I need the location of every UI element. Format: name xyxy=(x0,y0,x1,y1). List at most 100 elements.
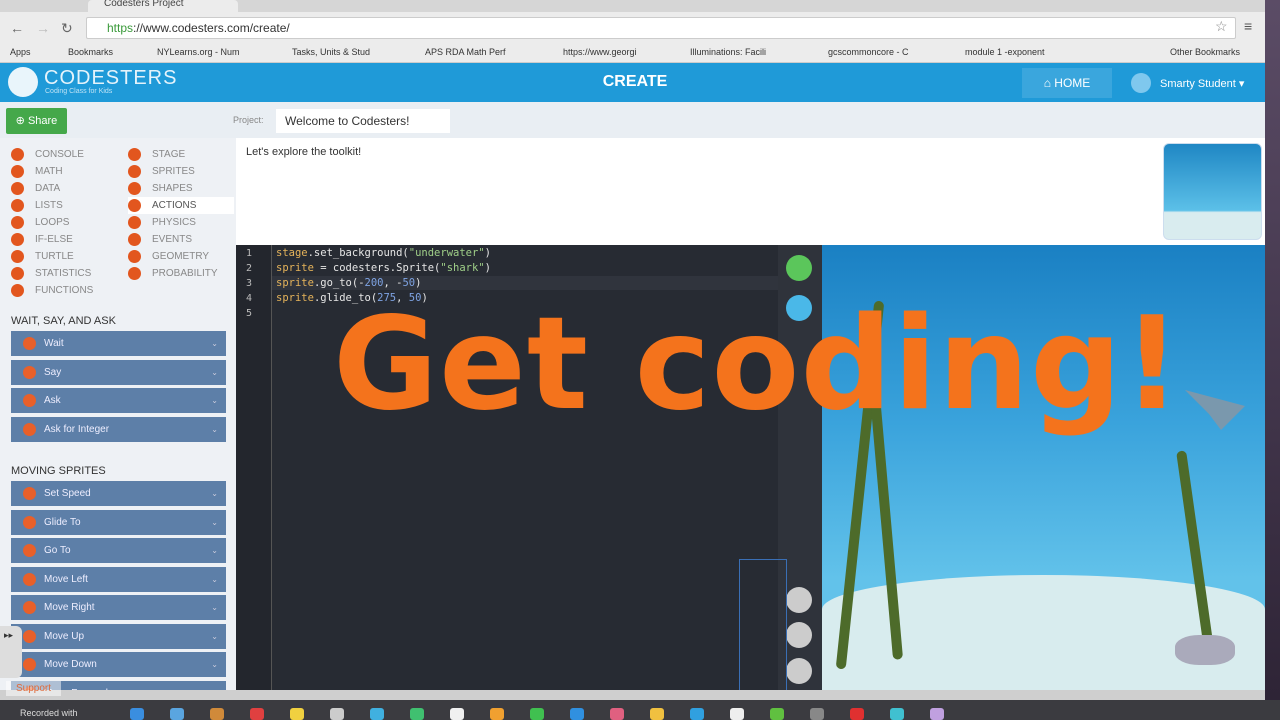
bookmark[interactable]: Illuminations: Facili xyxy=(690,47,766,57)
bookmark[interactable]: Other Bookmarks xyxy=(1170,47,1240,57)
dock-app-icon[interactable] xyxy=(930,708,944,720)
back-icon[interactable]: ← xyxy=(10,20,24,36)
category-icon xyxy=(11,165,24,178)
dock-app-icon[interactable] xyxy=(610,708,624,720)
logo-icon[interactable] xyxy=(8,67,38,97)
chevron-down-icon[interactable]: ⌄ xyxy=(211,510,218,535)
forward-icon[interactable]: → xyxy=(36,20,50,36)
code-line[interactable]: sprite = codesters.Sprite("shark") xyxy=(276,262,491,274)
dock-app-icon[interactable] xyxy=(770,708,784,720)
collapse-handle[interactable]: ▸▸ xyxy=(0,626,22,678)
dock-app-icon[interactable] xyxy=(650,708,664,720)
dock-app-icon[interactable] xyxy=(170,708,184,720)
dock-app-icon[interactable] xyxy=(850,708,864,720)
dock-app-icon[interactable] xyxy=(210,708,224,720)
block-move-left[interactable]: Move Left ⌄ xyxy=(11,566,226,592)
address-bar[interactable]: https://www.codesters.com/create/ xyxy=(86,17,1236,39)
tagline: Coding Class for Kids xyxy=(45,88,113,95)
dock-app-icon[interactable] xyxy=(490,708,504,720)
bookmark[interactable]: APS RDA Math Perf xyxy=(425,47,506,57)
dock-app-icon[interactable] xyxy=(410,708,424,720)
dock-app-icon[interactable] xyxy=(730,708,744,720)
dock-app-icon[interactable] xyxy=(530,708,544,720)
category-data[interactable]: DATA xyxy=(11,180,60,197)
section-title: WAIT, SAY, AND ASK xyxy=(11,315,116,327)
category-geometry[interactable]: GEOMETRY xyxy=(128,248,209,265)
chevron-down-icon[interactable]: ⌄ xyxy=(211,652,218,677)
block-glide-to[interactable]: Glide To ⌄ xyxy=(11,509,226,535)
category-events[interactable]: EVENTS xyxy=(128,231,192,248)
category-icon xyxy=(11,233,24,246)
dock-app-icon[interactable] xyxy=(370,708,384,720)
category-sprites[interactable]: SPRITES xyxy=(128,163,195,180)
category-console[interactable]: CONSOLE xyxy=(11,146,84,163)
bookmark[interactable]: gcscommoncore - C xyxy=(828,47,909,57)
browser-tab[interactable]: Codesters Project xyxy=(88,0,238,12)
horizontal-scrollbar[interactable] xyxy=(0,690,1265,700)
line-number: 3 xyxy=(246,278,253,289)
dock-app-icon[interactable] xyxy=(570,708,584,720)
dock-app-icon[interactable] xyxy=(450,708,464,720)
home-button[interactable]: ⌂ HOME xyxy=(1022,68,1112,98)
avatar[interactable] xyxy=(1131,73,1151,93)
chevron-down-icon[interactable]: ⌄ xyxy=(211,481,218,506)
chevron-down-icon[interactable]: ⌄ xyxy=(211,360,218,385)
block-ask-for-integer[interactable]: Ask for Integer ⌄ xyxy=(11,416,226,442)
reload-icon[interactable]: ↻ xyxy=(61,20,73,37)
run-button[interactable] xyxy=(786,255,812,281)
category-functions[interactable]: FUNCTIONS xyxy=(11,282,93,299)
chevron-down-icon[interactable]: ⌄ xyxy=(211,388,218,413)
reset-icon[interactable] xyxy=(786,622,812,648)
pause-button[interactable] xyxy=(786,587,812,613)
category-physics[interactable]: PHYSICS xyxy=(128,214,196,231)
star-icon[interactable]: ☆ xyxy=(1215,18,1228,35)
bookmark[interactable]: https://www.georgi xyxy=(563,47,637,57)
block-go-to[interactable]: Go To ⌄ xyxy=(11,538,226,563)
category-math[interactable]: MATH xyxy=(11,163,63,180)
dock-app-icon[interactable] xyxy=(890,708,904,720)
project-name-input[interactable] xyxy=(276,109,450,133)
code-line[interactable]: sprite.go_to(-200, -50) xyxy=(276,277,421,289)
dock-app-icon[interactable] xyxy=(690,708,704,720)
dock-app-icon[interactable] xyxy=(250,708,264,720)
category-actions[interactable]: ACTIONS xyxy=(128,197,234,214)
block-move-down[interactable]: Move Down ⌄ xyxy=(11,652,226,677)
chevron-down-icon[interactable]: ⌄ xyxy=(211,331,218,356)
dock-app-icon[interactable] xyxy=(130,708,144,720)
category-if-else[interactable]: IF-ELSE xyxy=(11,231,73,248)
bookmark[interactable]: Bookmarks xyxy=(68,47,113,57)
category-statistics[interactable]: STATISTICS xyxy=(11,265,91,282)
block-set-speed[interactable]: Set Speed ⌄ xyxy=(11,481,226,506)
share-button[interactable]: ⊕ Share xyxy=(6,108,67,134)
chevron-down-icon[interactable]: ⌄ xyxy=(211,538,218,563)
category-turtle[interactable]: TURTLE xyxy=(11,248,74,265)
bookmark[interactable]: module 1 -exponent xyxy=(965,47,1045,57)
category-probability[interactable]: PROBABILITY xyxy=(128,265,218,282)
bookmark[interactable]: Tasks, Units & Stud xyxy=(292,47,370,57)
bookmark[interactable]: Apps xyxy=(10,47,31,57)
code-line[interactable]: stage.set_background("underwater") xyxy=(276,247,491,259)
chevron-down-icon[interactable]: ⌄ xyxy=(211,624,218,649)
chevron-down-icon[interactable]: ⌄ xyxy=(211,417,218,442)
category-shapes[interactable]: SHAPES xyxy=(128,180,193,197)
block-move-right[interactable]: Move Right ⌄ xyxy=(11,595,226,620)
support-button[interactable]: Support xyxy=(6,681,62,696)
category-stage[interactable]: STAGE xyxy=(128,146,185,163)
dock-app-icon[interactable] xyxy=(810,708,824,720)
stage-thumbnail[interactable] xyxy=(1163,143,1262,240)
dock-app-icon[interactable] xyxy=(330,708,344,720)
bookmark[interactable]: NYLearns.org - Num xyxy=(157,47,240,57)
chevron-down-icon[interactable]: ⌄ xyxy=(211,595,218,620)
menu-icon[interactable]: ≡ xyxy=(1244,18,1252,34)
logo-text[interactable]: CODESTERS xyxy=(44,67,177,90)
dock-app-icon[interactable] xyxy=(290,708,304,720)
block-ask[interactable]: Ask ⌄ xyxy=(11,388,226,413)
block-say[interactable]: Say ⌄ xyxy=(11,359,226,385)
category-loops[interactable]: LOOPS xyxy=(11,214,69,231)
block-wait[interactable]: Wait ⌄ xyxy=(11,331,226,356)
category-lists[interactable]: LISTS xyxy=(11,197,63,214)
user-menu[interactable]: Smarty Student ▾ xyxy=(1160,77,1244,90)
stop-button[interactable] xyxy=(786,658,812,684)
chevron-down-icon[interactable]: ⌄ xyxy=(211,567,218,592)
block-move-up[interactable]: Move Up ⌄ xyxy=(11,623,226,649)
